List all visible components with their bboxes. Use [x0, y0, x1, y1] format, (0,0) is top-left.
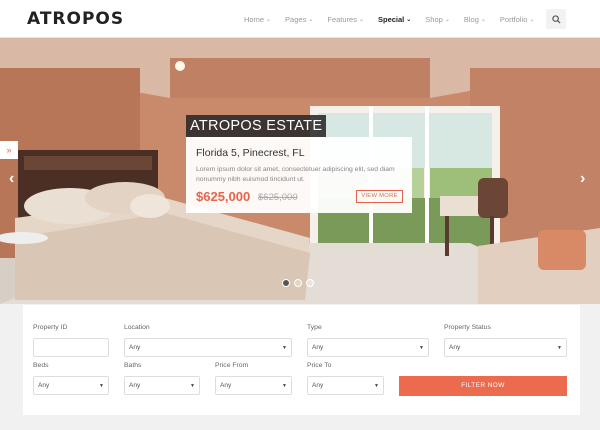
field-label: Beds [33, 362, 49, 369]
type-select[interactable]: Any ▼ [307, 338, 429, 357]
price-from-select[interactable]: Any ▼ [215, 376, 292, 395]
filter-now-button[interactable]: FILTER NOW [399, 376, 567, 396]
listing-address: Florida 5, Pinecrest, FL [196, 147, 305, 159]
select-value: Any [129, 344, 141, 351]
price-from-field: Price From Any ▼ [215, 362, 292, 395]
property-id-input[interactable] [33, 338, 109, 357]
caret-down-icon: ▼ [282, 382, 287, 389]
search-button[interactable] [546, 9, 566, 29]
nav-label: Blog [463, 14, 479, 24]
caret-down-icon: ▼ [99, 382, 104, 389]
listing-old-price: $625,000 [258, 192, 298, 203]
nav-item-home[interactable]: Home ⌄ [244, 15, 271, 24]
field-label: Type [307, 324, 322, 331]
type-field: Type Any ▼ [307, 324, 429, 357]
field-label: Price To [307, 362, 332, 369]
nav-label: Pages [285, 14, 307, 24]
double-chevron-right-icon: » [6, 145, 12, 155]
nav-item-pages[interactable]: Pages ⌄ [285, 15, 313, 24]
nav-label: Portfolio [499, 14, 528, 24]
slider-next-arrow[interactable]: › [580, 170, 585, 188]
nav-item-blog[interactable]: Blog ⌄ [464, 15, 486, 24]
listing-description: Lorem ipsum dolor sit amet, consectetuer… [196, 166, 395, 183]
field-label: Price From [215, 362, 249, 369]
nav-label: Shop [425, 14, 443, 24]
listing-price: $625,000 [196, 189, 251, 204]
caret-down-icon: ▼ [557, 344, 562, 351]
property-status-select[interactable]: Any ▼ [444, 338, 567, 357]
site-logo[interactable]: ATROPOS [27, 9, 124, 29]
price-to-field: Price To Any ▼ [307, 362, 384, 395]
property-id-field: Property ID [33, 324, 109, 357]
chevron-down-icon: ⌄ [266, 16, 272, 23]
nav-item-special[interactable]: Special ⌄ [378, 15, 411, 24]
select-value: Any [220, 382, 232, 389]
caret-down-icon: ▼ [282, 344, 287, 351]
select-value: Any [129, 382, 141, 389]
nav-label: Features [327, 14, 357, 24]
chevron-down-icon: ⌄ [308, 16, 314, 23]
slider-prev-arrow[interactable]: ‹ [9, 170, 14, 188]
field-label: Property ID [33, 324, 68, 331]
main-nav: Home ⌄ Pages ⌄ Features ⌄ Special ⌄ Shop ⌄ Bl… [244, 0, 548, 38]
select-value: Any [449, 344, 461, 351]
chevron-down-icon: ⌄ [444, 16, 450, 23]
chevron-down-icon: ⌄ [480, 16, 486, 23]
select-value: Any [312, 382, 324, 389]
nav-item-portfolio[interactable]: Portfolio ⌄ [500, 15, 535, 24]
price-to-select[interactable]: Any ▼ [307, 376, 384, 395]
select-value: Any [38, 382, 50, 389]
select-value: Any [312, 344, 324, 351]
hero-slider: » ‹ › ATROPOS ESTATE Florida 5, Pinecres… [0, 38, 600, 304]
estate-title: ATROPOS ESTATE [186, 115, 327, 137]
beds-field: Beds Any ▼ [33, 362, 109, 395]
chevron-down-icon: ⌄ [529, 16, 535, 23]
slider-dot[interactable] [306, 279, 314, 287]
slider-dots [282, 279, 318, 287]
caret-down-icon: ▼ [374, 382, 379, 389]
nav-label: Special [378, 14, 405, 24]
nav-item-features[interactable]: Features ⌄ [327, 15, 364, 24]
slider-dot[interactable] [294, 279, 302, 287]
site-header: ATROPOS Home ⌄ Pages ⌄ Features ⌄ Special ⌄ … [0, 0, 600, 38]
nav-item-shop[interactable]: Shop ⌄ [425, 15, 450, 24]
baths-field: Baths Any ▼ [124, 362, 200, 395]
nav-label: Home [244, 14, 265, 24]
caret-down-icon: ▼ [190, 382, 195, 389]
field-label: Baths [124, 362, 142, 369]
baths-select[interactable]: Any ▼ [124, 376, 200, 395]
field-label: Location [124, 324, 150, 331]
listing-card: Florida 5, Pinecrest, FL Lorem ipsum dol… [186, 137, 412, 213]
chevron-down-icon: ⌄ [406, 16, 412, 23]
beds-select[interactable]: Any ▼ [33, 376, 109, 395]
caret-down-icon: ▼ [419, 344, 424, 351]
location-field: Location Any ▼ [124, 324, 292, 357]
chevron-down-icon: ⌄ [358, 16, 364, 23]
property-search-panel: Property ID Location Any ▼ Type Any ▼ Prop… [23, 305, 580, 415]
field-label: Property Status [444, 324, 491, 331]
side-panel-toggle[interactable]: » [0, 141, 18, 159]
view-more-button[interactable]: VIEW MORE [356, 190, 403, 203]
slider-dot[interactable] [282, 279, 290, 287]
location-select[interactable]: Any ▼ [124, 338, 292, 357]
property-status-field: Property Status Any ▼ [444, 324, 567, 357]
search-icon [551, 14, 561, 24]
